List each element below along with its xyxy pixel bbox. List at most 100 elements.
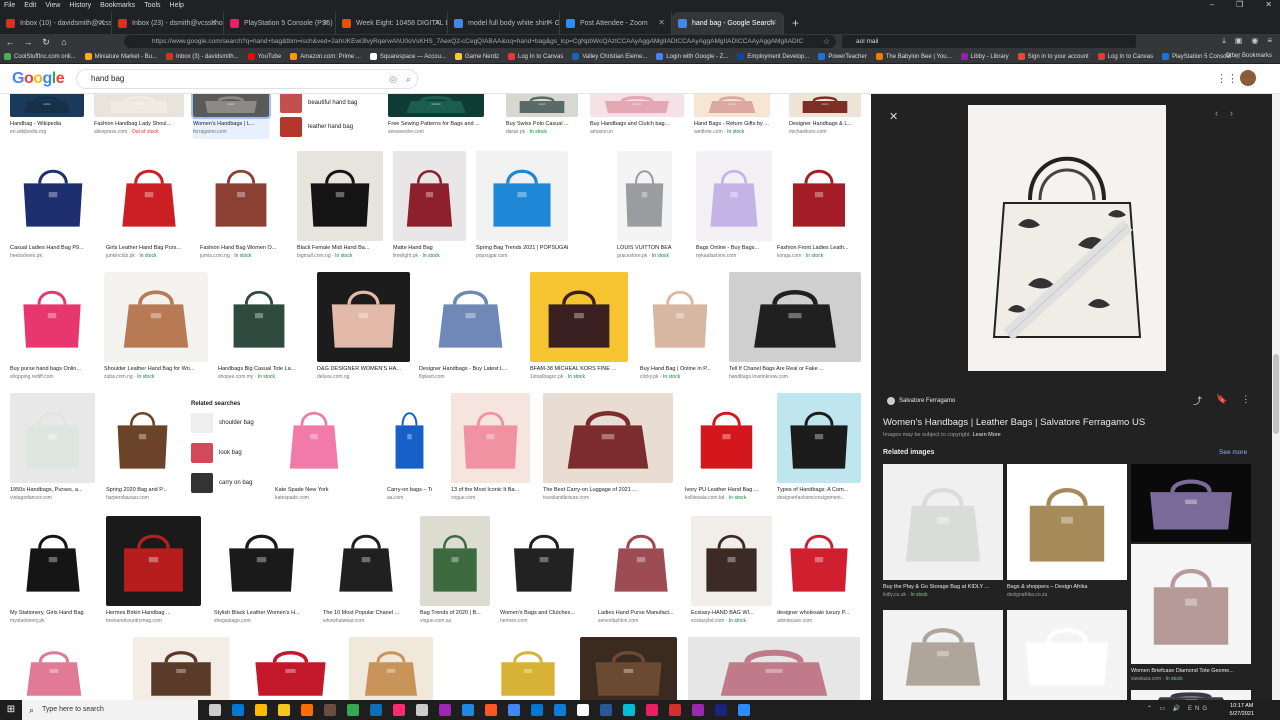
result-title[interactable]: Black Female Midi Hand Ba... [297, 245, 383, 251]
result-title[interactable]: Designer Handbags & L... [789, 121, 861, 127]
image-result[interactable]: Handbag - Wikipedia en.wikipedia.org [10, 94, 84, 139]
image-result[interactable]: Ivory PU Leather Hand Bag ... kolliewala.… [685, 393, 768, 505]
result-title[interactable]: D&G DESIGNER WOMEN'S HA... [317, 366, 410, 372]
browser-tab[interactable]: model full body white shirt - G... ✕ [448, 12, 560, 34]
image-result[interactable]: Buy purse hand bags Onlin... shopping.red… [10, 272, 94, 384]
result-thumbnail[interactable] [317, 272, 410, 362]
image-result[interactable] [239, 637, 342, 700]
bookmark-item[interactable]: Log In to Canvas [507, 53, 563, 60]
taskbar-app-icon[interactable] [577, 704, 589, 716]
image-result[interactable]: Women's Handbags | L... ferragamo.com [191, 94, 271, 139]
related-search-item[interactable]: shoulder bag [191, 412, 269, 434]
result-title[interactable]: Buy Handbags and Clutch bag... [590, 121, 684, 127]
related-chip[interactable]: leather hand bag [280, 116, 357, 138]
tab-close-icon[interactable]: ✕ [434, 18, 441, 27]
apps-grid-icon[interactable]: ⋮⋮ [1216, 72, 1238, 85]
image-result[interactable]: Black Female Midi Hand Ba... bigmall.com.… [297, 151, 383, 263]
tab-close-icon[interactable]: ✕ [210, 18, 217, 27]
image-result[interactable]: Handbags Big Casual Tote La... shopee.com… [218, 272, 300, 384]
result-thumbnail[interactable] [106, 516, 201, 606]
close-window-button[interactable]: ✕ [1265, 0, 1272, 9]
menu-item-edit[interactable]: Edit [24, 2, 36, 9]
bookmark-item[interactable]: Libby - Library [960, 53, 1009, 60]
result-thumbnail[interactable] [789, 94, 861, 117]
prev-icon[interactable]: ‹ [1215, 108, 1230, 118]
taskbar-app-icon[interactable] [669, 704, 681, 716]
result-title[interactable]: Girls Leather Hand Bag Purs... [106, 245, 192, 251]
bookmark-item[interactable]: Miniature Market - Bu... [84, 53, 157, 60]
image-result[interactable]: Buy Hand Bag | Online in P... clicky.pk ·… [640, 272, 720, 384]
result-title[interactable]: Stylish Black Leather Women's H... [214, 610, 309, 616]
tab-close-icon[interactable]: ✕ [658, 18, 665, 27]
result-thumbnail[interactable] [617, 151, 672, 241]
image-result[interactable] [349, 637, 433, 700]
browser-tab[interactable]: PlayStation 5 Console (PS5) Sl...✕ [224, 12, 336, 34]
taskbar-app-icon[interactable] [278, 704, 290, 716]
result-title[interactable]: Buy Hand Bag | Online in P... [640, 366, 720, 372]
result-thumbnail[interactable] [191, 94, 271, 119]
image-result[interactable]: Buy Handbags and Clutch bag... amazon.in [590, 94, 684, 139]
scrollbar-thumb[interactable] [1273, 354, 1279, 434]
result-title[interactable]: 13 of the Most Iconic It Ba... [451, 487, 530, 493]
taskbar-app-icon[interactable] [508, 704, 520, 716]
bookmark-item[interactable]: Squarespace — Accou... [369, 53, 446, 60]
result-title[interactable]: Fashion Handbag Lady Shoul... [94, 121, 184, 127]
address-bar[interactable]: https://www.google.com/search?q=hand+bag… [124, 35, 836, 48]
result-thumbnail[interactable] [200, 151, 282, 241]
reload-button[interactable]: ↻ [38, 37, 54, 48]
related-image[interactable]: Women Briefcase Diamond Tote Geome... siw… [1131, 544, 1251, 686]
forward-button[interactable]: → [20, 37, 36, 47]
taskbar-app-icon[interactable] [370, 704, 382, 716]
result-title[interactable]: Bag Trends of 2020 | B... [420, 610, 490, 616]
browser-tab[interactable]: Post Attendee - Zoom ✕ [560, 12, 672, 34]
result-thumbnail[interactable] [275, 393, 353, 483]
tab-close-icon[interactable]: ✕ [546, 18, 553, 27]
google-search-input[interactable]: hand bag ◎ ⌕ [76, 69, 418, 89]
related-image[interactable] [1131, 690, 1251, 700]
result-title[interactable]: Fashion Front Ladies Leath... [777, 245, 861, 251]
browser-tab[interactable]: Inbox (10) - davidsmith@vcsschool...✕ [0, 12, 112, 34]
image-result[interactable]: Bags Online - Buy Bags... nykaafashion.co… [696, 151, 772, 263]
result-thumbnail[interactable] [297, 151, 383, 241]
image-result[interactable]: Buy Swiss Polo Casual ... daraz.pk · In s… [506, 94, 578, 139]
download-icon[interactable]: ⤓ [1222, 36, 1226, 46]
result-thumbnail[interactable] [10, 272, 94, 362]
result-thumbnail[interactable] [133, 637, 229, 700]
taskbar-app-icon[interactable] [623, 704, 635, 716]
image-result[interactable]: Casual Ladies Hand Bag P9... heelsshoes.p… [10, 151, 96, 263]
result-thumbnail[interactable] [640, 272, 720, 362]
result-thumbnail[interactable] [349, 637, 433, 700]
result-thumbnail[interactable] [777, 516, 861, 606]
taskbar-app-icon[interactable] [209, 704, 221, 716]
result-thumbnail[interactable] [598, 516, 684, 606]
result-thumbnail[interactable] [696, 151, 772, 241]
more-options-icon[interactable]: ⋮ [1241, 394, 1250, 407]
related-image[interactable] [883, 610, 1003, 700]
bookmark-star-icon[interactable]: ☆ [823, 35, 830, 48]
image-result[interactable] [580, 637, 677, 700]
system-tray[interactable]: ⌃ ▭ 🔊 ENG [1147, 705, 1210, 712]
bookmark-item[interactable]: Sign in to your account [1017, 53, 1089, 60]
result-title[interactable]: designer wholesale luxury P... [777, 610, 861, 616]
image-result[interactable]: Ladies Hand Purse Manufact... zenexfashio… [598, 516, 684, 628]
image-result[interactable]: designer wholesale luxury P... admiecase.… [777, 516, 861, 628]
result-title[interactable]: Ecstasy-HAND BAG WI... [691, 610, 772, 616]
browser-tab[interactable]: Week Eight: 10458 DIGITAL DE...✕ [336, 12, 448, 34]
tab-close-icon[interactable]: ✕ [770, 18, 777, 27]
image-result[interactable] [133, 637, 229, 700]
image-result[interactable]: The 10 Most Popular Chanel ... whowhatwea… [323, 516, 409, 628]
image-result[interactable]: Girls Leather Hand Bag Purs... junkinclub… [106, 151, 192, 263]
image-result[interactable]: Fashion Front Ladies Leath... konga.com ·… [777, 151, 861, 263]
result-thumbnail[interactable] [106, 151, 192, 241]
result-thumbnail[interactable] [580, 637, 677, 700]
result-title[interactable]: Buy purse hand bags Onlin... [10, 366, 94, 372]
taskbar-app-icon[interactable] [485, 704, 497, 716]
result-thumbnail[interactable] [777, 393, 861, 483]
home-button[interactable]: ⌂ [56, 37, 72, 47]
result-title[interactable]: Spring Bag Trends 2021 | POPSUGAR Fa... [476, 245, 568, 251]
result-thumbnail[interactable] [729, 272, 861, 362]
result-thumbnail[interactable] [530, 272, 628, 362]
taskbar-app-icon[interactable] [692, 704, 704, 716]
sidebar-icon[interactable]: ▣ [1235, 36, 1243, 46]
result-title[interactable]: Women's Handbags | L... [193, 121, 269, 127]
